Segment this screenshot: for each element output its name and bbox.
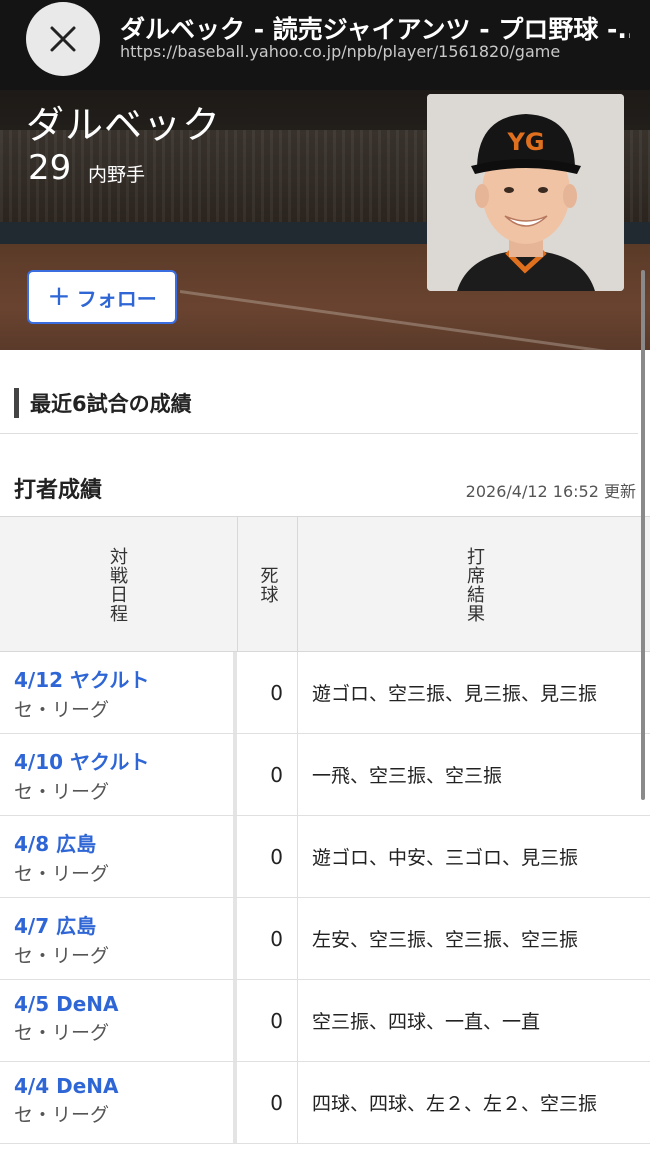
header-date: 対戦日程 <box>107 546 128 623</box>
plate-results: 左安、空三振、空三振、空三振 <box>312 929 579 951</box>
plus-icon: + <box>47 278 71 312</box>
table-header: 対戦日程 死球 打席結果 <box>0 517 650 652</box>
plate-results: 一飛、空三振、空三振 <box>312 765 503 787</box>
league-label: セ・リーグ <box>14 945 110 967</box>
header-hit-by-pitch: 死球 <box>237 517 298 652</box>
player-photo: YG <box>427 94 624 291</box>
game-link[interactable]: 4/4 DeNA <box>14 1074 118 1098</box>
player-name: ダルベック <box>26 103 222 147</box>
hbp-value: 0 <box>237 898 298 979</box>
game-cell: 4/12 ヤクルト セ・リーグ <box>14 664 149 722</box>
svg-text:YG: YG <box>506 128 544 156</box>
hbp-value: 0 <box>237 1062 298 1143</box>
plate-results: 遊ゴロ、中安、三ゴロ、見三振 <box>312 847 579 869</box>
updated-timestamp: 2026/4/12 16:52 更新 <box>465 482 636 501</box>
batting-results-table: 対戦日程 死球 打席結果 4/12 ヤクルト セ・リーグ 0 遊ゴロ、空三振、見… <box>0 516 650 1144</box>
header-plate-results: 打席結果 <box>464 546 485 623</box>
plate-results: 四球、四球、左２、左２、空三振 <box>312 1093 598 1115</box>
close-icon <box>50 26 76 52</box>
close-button[interactable] <box>26 2 100 76</box>
table-row: 4/4 DeNA セ・リーグ 0 四球、四球、左２、左２、空三振 <box>0 1062 650 1144</box>
league-label: セ・リーグ <box>14 781 110 803</box>
league-label: セ・リーグ <box>14 699 110 721</box>
plate-results: 空三振、四球、一直、一直 <box>312 1011 541 1033</box>
game-link[interactable]: 4/8 広島 <box>14 828 109 857</box>
follow-button[interactable]: + フォロー <box>27 270 177 324</box>
section-accent-bar <box>14 388 19 418</box>
game-cell: 4/4 DeNA セ・リーグ <box>14 1074 118 1127</box>
player-hero: ダルベック 29 内野手 + フォロー YG <box>0 90 650 350</box>
page-scrollbar[interactable] <box>641 270 645 800</box>
section-title: 最近6試合の成績 <box>30 392 192 416</box>
game-cell: 4/8 広島 セ・リーグ <box>14 828 109 886</box>
table-row: 4/12 ヤクルト セ・リーグ 0 遊ゴロ、空三振、見三振、見三振 <box>0 652 650 734</box>
game-cell: 4/10 ヤクルト セ・リーグ <box>14 746 149 804</box>
game-link[interactable]: 4/5 DeNA <box>14 992 118 1016</box>
page-title: ダルベック - 読売ジャイアンツ - プロ野球 -... <box>120 15 630 44</box>
page-url[interactable]: https://baseball.yahoo.co.jp/npb/player/… <box>120 42 630 61</box>
player-position: 内野手 <box>88 164 146 186</box>
recent-games-header: 最近6試合の成績 <box>0 350 638 434</box>
hbp-value: 0 <box>237 816 298 897</box>
game-link[interactable]: 4/10 ヤクルト <box>14 746 149 775</box>
table-row: 4/10 ヤクルト セ・リーグ 0 一飛、空三振、空三振 <box>0 734 650 816</box>
player-number: 29 <box>28 148 72 188</box>
table-row: 4/8 広島 セ・リーグ 0 遊ゴロ、中安、三ゴロ、見三振 <box>0 816 650 898</box>
league-label: セ・リーグ <box>14 1022 110 1044</box>
table-row: 4/7 広島 セ・リーグ 0 左安、空三振、空三振、空三振 <box>0 898 650 980</box>
league-label: セ・リーグ <box>14 1104 110 1126</box>
table-row: 4/5 DeNA セ・リーグ 0 空三振、四球、一直、一直 <box>0 980 650 1062</box>
hbp-value: 0 <box>237 652 298 733</box>
game-cell: 4/7 広島 セ・リーグ <box>14 910 109 968</box>
hbp-value: 0 <box>237 980 298 1061</box>
batting-stats-title: 打者成績 <box>14 478 103 503</box>
hbp-value: 0 <box>237 734 298 815</box>
league-label: セ・リーグ <box>14 863 110 885</box>
follow-label: フォロー <box>76 286 157 311</box>
game-link[interactable]: 4/7 広島 <box>14 910 109 939</box>
browser-top-bar: ダルベック - 読売ジャイアンツ - プロ野球 -... https://bas… <box>0 0 650 90</box>
game-cell: 4/5 DeNA セ・リーグ <box>14 992 118 1045</box>
game-link[interactable]: 4/12 ヤクルト <box>14 664 149 693</box>
plate-results: 遊ゴロ、空三振、見三振、見三振 <box>312 683 598 705</box>
